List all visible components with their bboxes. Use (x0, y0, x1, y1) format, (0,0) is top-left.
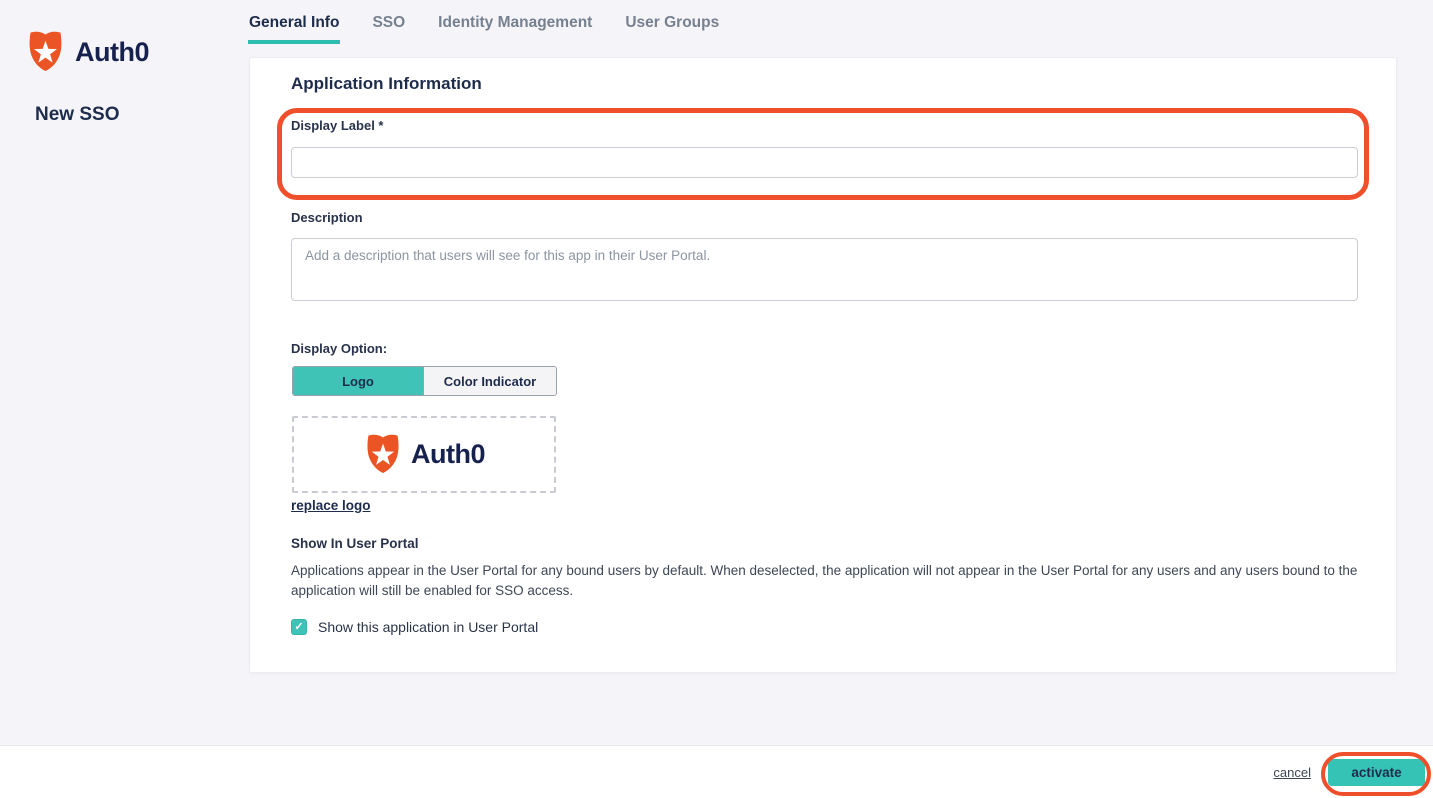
auth0-logo: Auth0 (25, 31, 149, 73)
checkbox-label: Show this application in User Portal (318, 619, 538, 635)
tab-bar: General Info SSO Identity Management Use… (248, 0, 720, 44)
auth0-shield-icon (363, 434, 403, 475)
checked-checkbox[interactable]: ✓ (291, 619, 307, 635)
tab-sso[interactable]: SSO (371, 0, 406, 44)
display-label-label: Display Label * (291, 118, 383, 134)
logo-preview-dropzone[interactable]: Auth0 (292, 416, 556, 493)
toggle-option-color-indicator[interactable]: Color Indicator (423, 367, 556, 395)
tab-general-info[interactable]: General Info (248, 0, 340, 44)
application-info-card: Application Information Display Label * … (249, 57, 1397, 673)
show-in-user-portal-title: Show In User Portal (291, 536, 419, 551)
section-title: Application Information (291, 74, 482, 94)
footer-action-bar: cancel activate (0, 745, 1433, 798)
toggle-option-logo[interactable]: Logo (293, 367, 423, 395)
brand-name: Auth0 (75, 37, 149, 68)
show-in-user-portal-checkbox-row[interactable]: ✓ Show this application in User Portal (291, 619, 538, 635)
display-label-input[interactable] (291, 147, 1358, 178)
activate-button[interactable]: activate (1328, 759, 1425, 786)
display-option-label: Display Option: (291, 341, 387, 357)
tab-identity-management[interactable]: Identity Management (437, 0, 593, 44)
replace-logo-link[interactable]: replace logo (291, 498, 371, 513)
auth0-shield-icon (25, 31, 66, 73)
description-label: Description (291, 210, 363, 226)
cancel-link[interactable]: cancel (1273, 765, 1311, 780)
display-option-toggle: Logo Color Indicator (292, 366, 557, 396)
checkmark-icon: ✓ (294, 622, 303, 633)
logo-preview-brand-name: Auth0 (411, 439, 485, 470)
show-in-user-portal-description: Applications appear in the User Portal f… (291, 561, 1359, 601)
tab-user-groups[interactable]: User Groups (624, 0, 720, 44)
page-title: New SSO (35, 104, 119, 126)
description-textarea[interactable] (291, 238, 1358, 301)
